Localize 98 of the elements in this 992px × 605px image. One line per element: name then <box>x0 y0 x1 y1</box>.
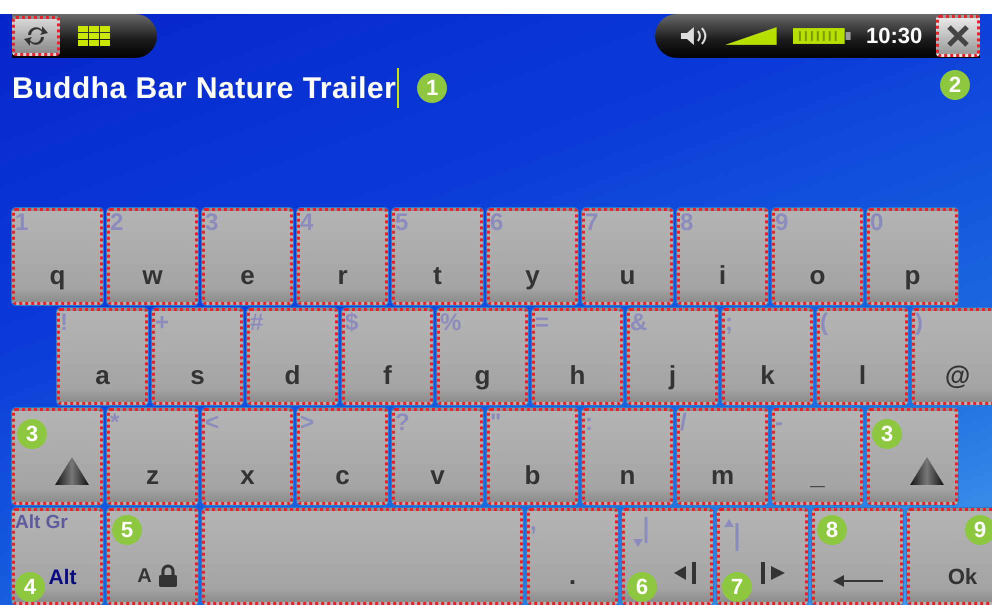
callout-number: 9 <box>965 515 992 545</box>
alternate-character: ? <box>395 411 410 435</box>
key[interactable]: - _ <box>772 408 863 505</box>
key-character: a <box>95 362 110 388</box>
alternate-character: $ <box>345 311 358 335</box>
callout-number: 3 <box>872 419 902 449</box>
key-character: f <box>383 362 392 388</box>
alternate-character: + <box>155 311 170 335</box>
clock-time: 10:30 <box>866 22 922 50</box>
key[interactable]: ( l <box>817 308 908 405</box>
key-character: n <box>620 462 636 488</box>
alternate-character: ( <box>820 311 828 335</box>
key-character: w <box>142 262 163 288</box>
key-character: _ <box>810 462 825 488</box>
key[interactable]: ? v <box>392 408 483 505</box>
key-character: p <box>904 262 920 288</box>
battery-icon <box>792 26 852 45</box>
key-character: z <box>146 462 159 488</box>
left-arrow-icon <box>832 574 884 588</box>
key[interactable]: # d <box>247 308 338 405</box>
key[interactable]: * z <box>107 408 198 505</box>
key-character: o <box>810 262 826 288</box>
text-cursor <box>397 68 400 108</box>
key[interactable]: % g <box>437 308 528 405</box>
key-character: m <box>710 462 734 488</box>
callout-number: 1 <box>417 73 448 104</box>
cone-icon <box>54 456 90 486</box>
key-character: Ok <box>948 566 978 588</box>
key[interactable]: ; k <box>722 308 813 405</box>
grid-icon <box>78 26 110 46</box>
key-character: s <box>190 362 205 388</box>
close-button[interactable] <box>936 14 980 57</box>
key-character: l <box>858 362 866 388</box>
key-character: @ <box>944 362 970 388</box>
callout-number: 7 <box>722 572 752 602</box>
key[interactable]: > c <box>297 408 388 505</box>
key-character: Alt <box>48 567 76 588</box>
key-character: r <box>337 262 348 288</box>
key-character: g <box>474 362 490 388</box>
signal-icon <box>722 26 778 46</box>
key[interactable]: + s <box>152 308 243 405</box>
key-character: q <box>50 262 66 288</box>
callout-number: 2 <box>940 70 970 100</box>
callout-number: 8 <box>817 515 847 545</box>
key[interactable]: = h <box>532 308 623 405</box>
alternate-character: = <box>535 311 550 335</box>
alt-key[interactable]: Alt Gr 4 Alt <box>12 508 103 605</box>
alternate-character: / <box>680 411 687 435</box>
key-character: d <box>284 362 300 388</box>
key[interactable]: < x <box>202 408 293 505</box>
key-character: j <box>668 362 676 388</box>
close-icon <box>946 24 970 48</box>
alternate-character: % <box>440 311 462 335</box>
alternate-character: ; <box>725 311 733 335</box>
alternate-character: * <box>110 411 120 435</box>
key[interactable]: " b <box>487 408 578 505</box>
callout-number: 4 <box>15 572 45 602</box>
key-character: b <box>524 462 540 488</box>
callout-number: 5 <box>112 515 142 545</box>
key-character: c <box>335 462 350 488</box>
key-character: t <box>433 262 442 288</box>
alternate-character: > <box>300 411 314 435</box>
alternate-character: , <box>530 511 537 535</box>
alternate-character: : <box>585 411 593 435</box>
cursor-right-icon <box>759 560 787 586</box>
key-character: A <box>137 566 152 586</box>
speaker-icon <box>679 24 709 47</box>
alternate-character: # <box>250 311 264 335</box>
key[interactable]: , . <box>527 508 618 605</box>
key[interactable]: ! a <box>57 308 148 405</box>
key-character: i <box>718 262 726 288</box>
caps-lock-key[interactable]: 5 A <box>107 508 198 605</box>
alternate-character: Alt Gr <box>15 513 68 532</box>
key-character: x <box>240 462 255 488</box>
key-character: h <box>570 362 586 388</box>
alternate-character: ) <box>915 311 923 335</box>
alternate-character: " <box>490 411 502 435</box>
ok-key[interactable]: 9 Ok <box>907 508 992 605</box>
callout-number: 6 <box>627 572 657 602</box>
alternate-character: & <box>630 311 648 335</box>
alternate-character: ! <box>60 311 68 335</box>
key-character: . <box>568 562 576 588</box>
key[interactable]: & j <box>627 308 718 405</box>
key[interactable]: / m <box>677 408 768 505</box>
key[interactable]: ) @ <box>912 308 992 405</box>
key-character: u <box>620 262 636 288</box>
alternate-character: - <box>775 411 783 435</box>
key-character: y <box>525 262 540 288</box>
key[interactable]: : n <box>582 408 673 505</box>
callout-number: 3 <box>17 419 47 449</box>
key-character: k <box>760 362 775 388</box>
padlock-icon <box>158 564 178 588</box>
cone-icon <box>909 456 945 486</box>
key-character: v <box>430 462 445 488</box>
refresh-button[interactable] <box>12 16 60 56</box>
key-character: e <box>240 262 255 288</box>
key[interactable]: $ f <box>342 308 433 405</box>
alternate-character: < <box>205 411 220 435</box>
